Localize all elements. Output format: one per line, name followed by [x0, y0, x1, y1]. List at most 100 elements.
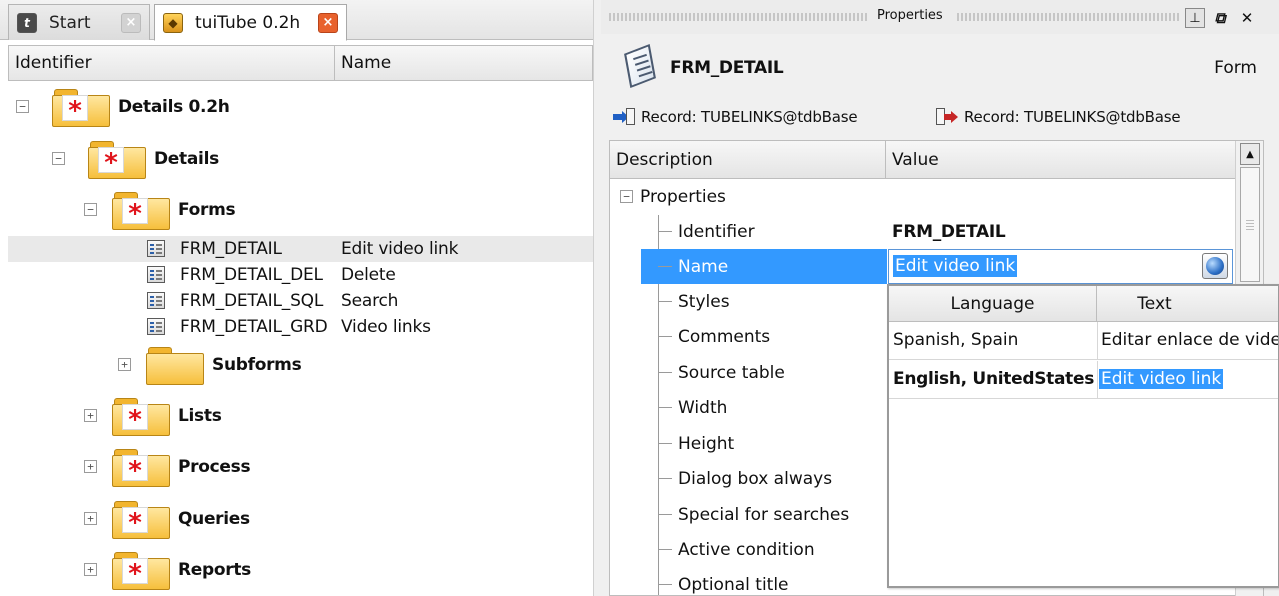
expand-icon[interactable]: + [84, 512, 97, 525]
property-description: Special for searches [678, 504, 850, 525]
titlebar-grip [609, 13, 867, 21]
column-header-identifier[interactable]: Identifier [9, 46, 335, 80]
tree-form-row[interactable]: FRM_DETAIL Edit video link [8, 236, 593, 262]
tree-node-label: Queries [178, 509, 250, 529]
form-document-icon [621, 43, 657, 90]
translation-text-input[interactable]: Edit video link [1099, 369, 1224, 389]
form-icon [147, 240, 165, 257]
form-icon [147, 292, 165, 309]
folder-star-icon: * [52, 87, 110, 127]
form-identifier: FRM_DETAIL_DEL [180, 265, 323, 285]
tree-node-root[interactable]: − * Details 0.2h [16, 82, 230, 132]
tree-form-row[interactable]: FRM_DETAIL_SQL Search [8, 288, 593, 314]
tree-form-row[interactable]: FRM_DETAIL_GRD Video links [8, 314, 593, 340]
expand-icon[interactable]: + [84, 563, 97, 576]
scrollbar-thumb[interactable] [1240, 167, 1260, 282]
record-input-link[interactable]: Record: TUBELINKS@tdbBase [613, 108, 858, 126]
tree-node-details[interactable]: − * Details [52, 134, 219, 184]
start-icon: t [17, 12, 37, 33]
property-row-selected[interactable]: Name Edit video link [610, 249, 1236, 284]
property-value: FRM_DETAIL [892, 221, 1006, 242]
property-description: Dialog box always [678, 468, 833, 489]
column-header-language[interactable]: Language [889, 286, 1097, 321]
tab-bar: t Start × ◆ tuiTube 0.2h × [0, 0, 600, 41]
form-identifier: FRM_DETAIL_GRD [180, 317, 328, 337]
folder-star-icon: * [88, 139, 146, 179]
property-group-label: Properties [640, 186, 726, 207]
properties-titlebar[interactable]: Properties ⊥ ⧉ ✕ [601, 0, 1279, 34]
pane-splitter[interactable] [593, 0, 601, 596]
tree-node-queries[interactable]: + * Queries [84, 494, 250, 544]
project-tree: − * Details 0.2h − * Details − * Forms F… [8, 82, 593, 596]
tree-node-process[interactable]: + * Process [84, 442, 251, 492]
collapse-icon[interactable]: − [84, 203, 97, 216]
tree-node-label: Details [154, 149, 219, 169]
translation-text[interactable]: Editar enlace de video [1101, 330, 1278, 350]
folder-star-icon: * [112, 396, 170, 436]
pin-icon[interactable]: ⊥ [1185, 8, 1205, 28]
form-identifier: FRM_DETAIL_SQL [180, 291, 324, 311]
property-description: Active condition [678, 539, 815, 560]
collapse-icon[interactable]: − [16, 100, 29, 113]
tab-tuitube[interactable]: ◆ tuiTube 0.2h × [154, 4, 347, 41]
tree-node-lists[interactable]: + * Lists [84, 391, 222, 441]
property-description: Width [678, 397, 728, 418]
record-output-link[interactable]: Record: TUBELINKS@tdbBase [936, 108, 1181, 126]
tab-tuitube-label: tuiTube 0.2h [195, 12, 301, 33]
tree-form-row[interactable]: FRM_DETAIL_DEL Delete [8, 262, 593, 288]
form-name: Edit video link [341, 239, 459, 259]
property-description: Styles [678, 291, 730, 312]
column-header-name[interactable]: Name [335, 46, 592, 80]
form-icon [147, 318, 165, 335]
folder-star-icon: * [112, 190, 170, 230]
translation-row[interactable]: Spanish, Spain Editar enlace de video [889, 322, 1278, 360]
column-header-description[interactable]: Description [610, 141, 886, 178]
globe-icon[interactable] [1202, 253, 1228, 279]
close-icon[interactable]: × [318, 12, 338, 33]
column-header-text[interactable]: Text [1097, 286, 1278, 321]
record-out-icon [936, 108, 958, 126]
tree-node-subforms[interactable]: + Subforms [118, 340, 302, 390]
close-icon[interactable]: × [121, 12, 141, 33]
property-row[interactable]: Identifier FRM_DETAIL [610, 214, 1236, 249]
property-description: Comments [678, 326, 771, 347]
tree-node-reports[interactable]: + * Reports [84, 545, 251, 595]
titlebar-grip [957, 13, 1179, 21]
collapse-icon[interactable]: − [52, 152, 65, 165]
tree-node-forms[interactable]: − * Forms [84, 185, 236, 235]
expand-icon[interactable]: + [118, 358, 131, 371]
name-value-text: Edit video link [893, 255, 1018, 277]
expand-icon[interactable]: + [84, 409, 97, 422]
form-name: Search [341, 291, 399, 311]
folder-star-icon: * [112, 499, 170, 539]
folder-star-icon: * [112, 550, 170, 590]
property-description: Height [678, 433, 735, 454]
property-group-row[interactable]: − Properties [610, 179, 1236, 214]
name-value-input[interactable]: Edit video link [888, 249, 1233, 284]
panel-title: Properties [877, 8, 943, 23]
project-tree-pane: t Start × ◆ tuiTube 0.2h × Identifier Na… [0, 0, 600, 596]
tree-node-label: Reports [178, 560, 251, 580]
translation-row[interactable]: English, UnitedStates Edit video link [889, 361, 1278, 399]
translations-header: Language Text [889, 286, 1278, 322]
tree-node-label: Process [178, 457, 251, 477]
form-name: Video links [341, 317, 431, 337]
expand-icon[interactable]: + [84, 460, 97, 473]
form-identifier: FRM_DETAIL [180, 239, 282, 259]
property-grid-header: Description Value [610, 141, 1236, 179]
folder-icon [146, 345, 204, 385]
close-icon[interactable]: ✕ [1237, 8, 1257, 28]
record-output-label: Record: TUBELINKS@tdbBase [964, 108, 1181, 126]
collapse-icon[interactable]: − [620, 190, 633, 203]
translation-language: English, UnitedStates [893, 369, 1095, 389]
form-name: Delete [341, 265, 396, 285]
float-window-icon[interactable]: ⧉ [1210, 8, 1230, 28]
column-header-value[interactable]: Value [886, 141, 1236, 178]
tree-column-header: Identifier Name [8, 45, 593, 81]
tree-node-label: Subforms [212, 355, 302, 375]
record-in-icon [613, 108, 635, 126]
tree-node-label: Forms [178, 200, 236, 220]
object-type: Form [1214, 58, 1257, 78]
tab-start[interactable]: t Start × [8, 4, 150, 40]
scroll-up-icon[interactable]: ▲ [1240, 143, 1260, 165]
